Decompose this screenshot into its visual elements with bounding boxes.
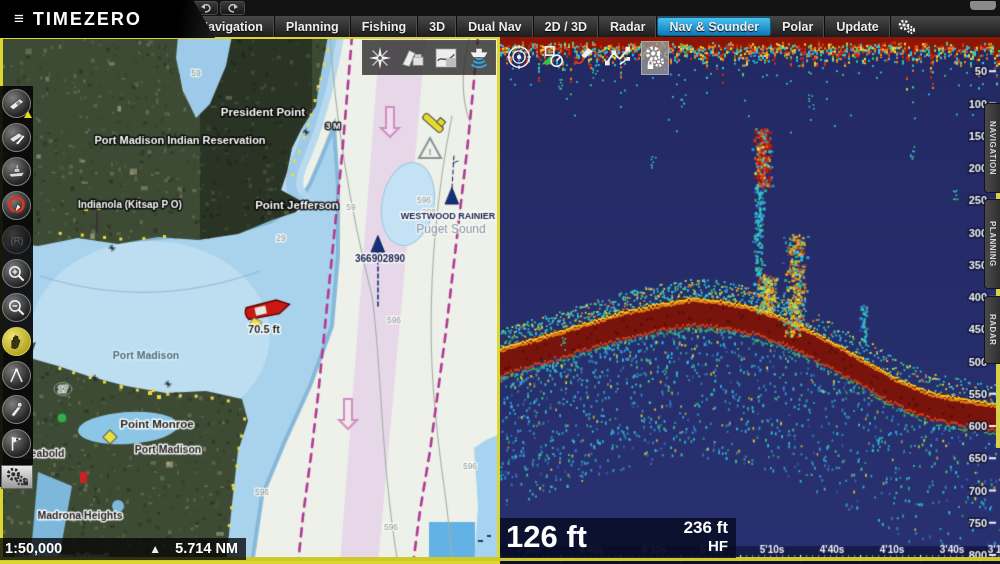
sounder-boat-button[interactable] [462, 41, 495, 74]
annotation-button[interactable] [2, 395, 31, 424]
side-tab-navigation[interactable]: NAVIGATION [984, 103, 1000, 193]
zoom-in-button[interactable] [2, 259, 31, 288]
chart-catalog-icon [400, 46, 426, 70]
north-arrow-icon: ▲ [149, 542, 161, 556]
echogram-canvas[interactable] [500, 36, 1000, 564]
tab-dual-nav[interactable]: Dual Nav [457, 16, 534, 37]
chart-catalog-button[interactable] [396, 41, 429, 74]
redo-button[interactable] [220, 1, 245, 15]
tab-3d[interactable]: 3D [418, 16, 457, 37]
compass-rose-icon [367, 45, 393, 71]
svg-text:(R): (R) [10, 235, 23, 245]
boat-tool-icon [7, 128, 26, 147]
target-mark-button[interactable] [535, 40, 568, 73]
tab-fishing[interactable]: Fishing [351, 16, 418, 37]
chart-scalebar: 1:50,000 ▲ 5.714 NM [0, 538, 246, 560]
sounder-panel[interactable] [500, 36, 1000, 564]
chart-range: 5.714 NM [175, 541, 238, 557]
flag-icon [7, 434, 26, 453]
boat-route-icon [571, 44, 599, 70]
chart-display-button[interactable] [429, 41, 462, 74]
radar-standby-button[interactable]: (R) [2, 225, 31, 254]
current-depth: 126 ft [506, 520, 587, 554]
divider-tool-button[interactable] [2, 361, 31, 390]
route-plan-button[interactable] [601, 40, 634, 73]
radar-rings-button[interactable] [502, 40, 535, 73]
hand-icon [7, 332, 26, 351]
tab-radar[interactable]: Radar [599, 16, 657, 37]
zoomout-icon [7, 298, 26, 317]
warning-triangle-icon [24, 111, 32, 118]
chart-canvas[interactable] [0, 36, 500, 564]
toolbar-settings-button[interactable] [1, 465, 33, 489]
pan-hand-button[interactable] [2, 327, 31, 356]
app-window: NavigationPlanningFishing3DDual Nav2D / … [0, 0, 1000, 564]
sounder-boat-icon [464, 45, 494, 71]
center-on-boat-button[interactable] [2, 89, 31, 118]
mob-icon [6, 195, 27, 216]
app-brand: TIMEZERO [33, 9, 142, 30]
tab-planning[interactable]: Planning [275, 16, 351, 37]
workspace-tabbar: NavigationPlanningFishing3DDual Nav2D / … [188, 16, 1000, 37]
radar-rings-icon [505, 43, 533, 71]
app-logo-band: ≡ TIMEZERO [0, 0, 215, 38]
boat-track-button[interactable] [2, 123, 31, 152]
divider-icon [7, 366, 26, 385]
chart-toolbar [362, 40, 496, 75]
zoom-out-button[interactable] [2, 293, 31, 322]
side-tab-radar[interactable]: RADAR [984, 296, 1000, 364]
tab-nav-sounder[interactable]: Nav & Sounder [657, 17, 771, 36]
target-mark-icon [538, 44, 566, 70]
gears-lock-icon [644, 45, 666, 71]
rstandby-icon: (R) [7, 233, 27, 247]
compass-rose-button[interactable] [363, 41, 396, 74]
flag-waypoint-button[interactable] [2, 429, 31, 458]
pencil-icon [7, 400, 26, 419]
gears-lock-icon [5, 466, 29, 488]
tab-polar[interactable]: Polar [771, 16, 825, 37]
mob-button[interactable] [2, 191, 31, 220]
chart-panel[interactable] [0, 36, 500, 564]
tab-update[interactable]: Update [825, 16, 890, 37]
left-toolbar: (R) [0, 86, 33, 487]
ship-3d-button[interactable] [2, 157, 31, 186]
route-plan-icon [603, 44, 633, 70]
chart-scale: 1:50,000 [5, 541, 62, 557]
side-tab-planning[interactable]: PLANNING [984, 199, 1000, 289]
undo-arrow-icon [200, 3, 212, 13]
tabbar-gear-icon[interactable] [891, 16, 923, 37]
chart-display-icon [434, 46, 458, 70]
menu-hamburger-icon[interactable]: ≡ [14, 9, 24, 29]
tab-2d-3d[interactable]: 2D / 3D [534, 16, 599, 37]
depth-readout-box: 126 ft 236 ft HF [500, 518, 736, 558]
boat-route-button[interactable] [568, 40, 601, 73]
zoomin-icon [7, 264, 26, 283]
frequency-badge: HF [684, 538, 728, 555]
window-grip[interactable] [970, 1, 996, 10]
ship-icon [7, 162, 26, 181]
sounder-settings-button[interactable] [641, 41, 669, 75]
cursor-depth: 236 ft [684, 518, 728, 538]
redo-arrow-icon [227, 3, 239, 13]
sounder-toolbar [502, 40, 634, 73]
